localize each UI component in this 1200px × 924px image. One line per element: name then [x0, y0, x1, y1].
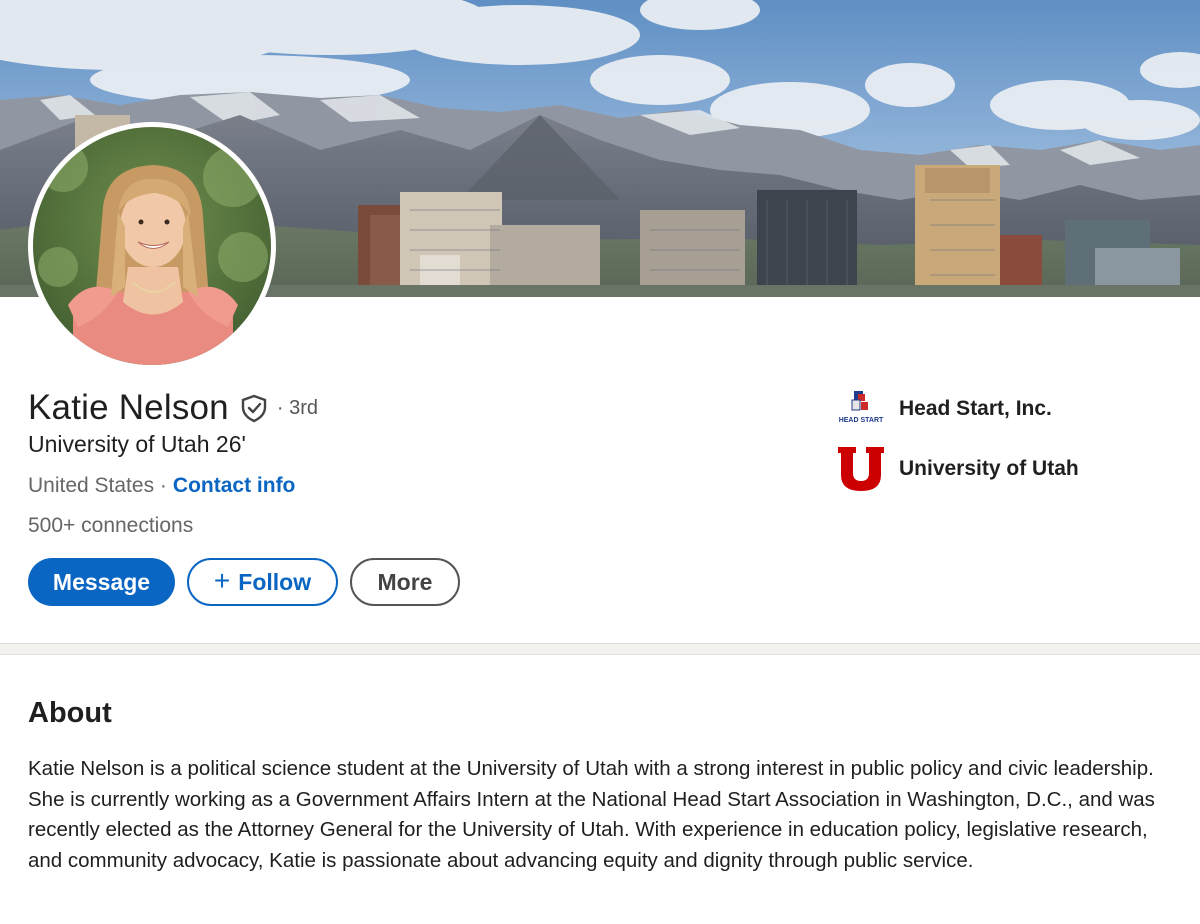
profile-location: United States · — [28, 474, 167, 497]
message-button[interactable]: Message — [28, 558, 175, 606]
location-row: United States · Contact info — [28, 474, 295, 498]
more-button[interactable]: More — [350, 558, 460, 606]
org-name: University of Utah — [899, 457, 1079, 480]
org-university-of-utah[interactable]: University of Utah — [836, 444, 1079, 494]
profile-name-row: Katie Nelson · 3rd — [28, 386, 318, 430]
follow-button[interactable]: + Follow — [187, 558, 338, 606]
profile-headline: University of Utah 26' — [28, 431, 246, 457]
org-head-start[interactable]: HEAD START Head Start, Inc. — [836, 384, 1052, 434]
head-start-logo-text: HEAD START — [839, 417, 884, 424]
contact-info-link[interactable]: Contact info — [173, 474, 295, 498]
profile-name: Katie Nelson — [28, 388, 229, 427]
profile-avatar[interactable] — [28, 122, 276, 370]
plus-icon: + — [213, 564, 231, 596]
org-name: Head Start, Inc. — [899, 397, 1052, 420]
follow-label: Follow — [238, 568, 312, 595]
connections-count: 500+ connections — [28, 514, 194, 537]
head-start-logo: HEAD START — [836, 384, 886, 434]
about-heading: About — [28, 697, 112, 729]
connection-degree: · 3rd — [276, 396, 318, 419]
university-of-utah-logo — [836, 444, 886, 494]
section-divider — [0, 643, 1200, 655]
verified-shield-icon[interactable] — [239, 393, 269, 423]
about-text: Katie Nelson is a political science stud… — [28, 757, 1155, 872]
